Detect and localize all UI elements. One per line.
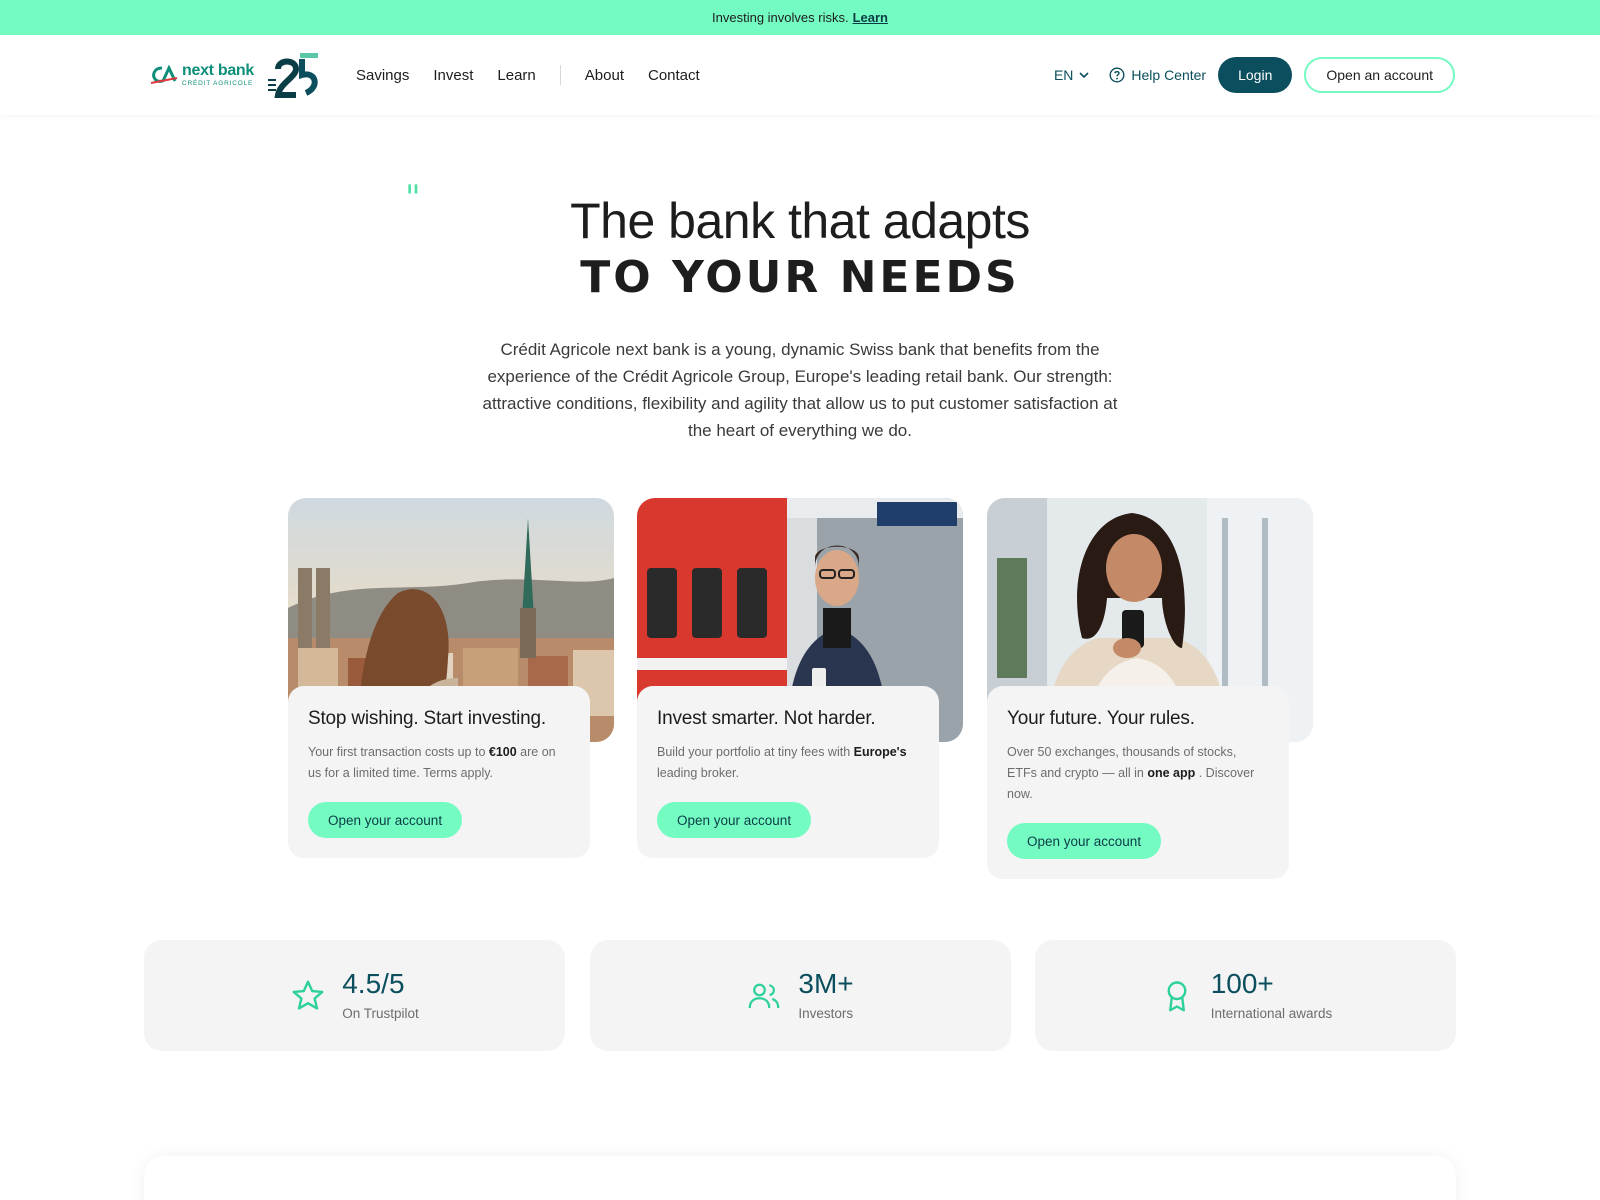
logo-text: next bank CRÉDIT AGRICOLE	[182, 61, 254, 88]
stat-value: 100+	[1210, 968, 1274, 999]
card-title: Invest smarter. Not harder.	[657, 708, 876, 729]
stat-label: On Trustpilot	[342, 1006, 419, 1021]
stat-trustpilot: 4.5/5 On Trustpilot	[144, 940, 565, 1051]
nav-divider	[559, 65, 561, 85]
stat-investors: 3M+ Investors	[589, 940, 1011, 1051]
next-section-card	[144, 1156, 1456, 1200]
users-icon	[749, 983, 780, 1008]
main-nav: Savings Invest Learn About Contact	[356, 65, 724, 85]
risk-banner-text: Investing involves risks.	[712, 10, 849, 25]
award-icon	[1167, 980, 1187, 1011]
logo-subtitle: CRÉDIT AGRICOLE	[182, 79, 254, 87]
stats-section: 4.5/5 On Trustpilot 3M+ Investors 100+ I…	[144, 940, 1456, 1051]
card-text-bold: Europe's	[853, 745, 907, 759]
risk-banner: Investing involves risks. Learn	[0, 0, 1600, 35]
chevron-down-icon	[1079, 72, 1089, 79]
star-icon	[292, 980, 324, 1010]
hero-subtitle: TO YOUR NEEDS	[580, 251, 1020, 303]
language-label: EN	[1053, 67, 1074, 83]
hero-intro: Crédit Agricole next bank is a young, dy…	[482, 340, 1118, 441]
anniversary-badge-icon	[268, 53, 318, 98]
site-header: next bank CRÉDIT AGRICOLE Savings Invest…	[0, 35, 1600, 115]
open-your-account-button[interactable]: Open your account	[1007, 823, 1162, 859]
promo-card-investing: Stop wishing. Start investing. Your firs…	[288, 498, 614, 858]
help-center-label: Help Center	[1131, 67, 1207, 83]
stat-value: 4.5/5	[342, 968, 405, 999]
stat-value: 3M+	[798, 968, 854, 999]
promo-card-future: Your future. Your rules. Over 50 exchang…	[987, 498, 1313, 879]
promo-card-smarter: Invest smarter. Not harder. Build your p…	[637, 498, 963, 858]
nav-contact[interactable]: Contact	[648, 67, 700, 84]
stat-awards: 100+ International awards	[1035, 940, 1456, 1051]
open-your-account-button[interactable]: Open your account	[308, 802, 463, 838]
open-account-button[interactable]: Open an account	[1304, 57, 1455, 93]
header-actions: EN Help Center Login Open an account	[1054, 57, 1455, 93]
help-center-link[interactable]: Help Center	[1109, 67, 1206, 83]
nav-learn[interactable]: Learn	[497, 67, 535, 84]
nav-savings[interactable]: Savings	[356, 67, 409, 84]
promo-cards: Stop wishing. Start investing. Your firs…	[0, 498, 1600, 879]
card-text: Over 50 exchanges, thousands of stocks, …	[1007, 745, 1255, 801]
language-selector[interactable]: EN	[1054, 67, 1089, 83]
risk-banner-learn-link[interactable]: Learn	[853, 10, 888, 25]
card-text: Build your portfolio at tiny fees with E…	[657, 745, 907, 780]
stat-label: International awards	[1210, 1006, 1333, 1021]
help-circle-icon	[1109, 67, 1125, 83]
nav-invest[interactable]: Invest	[433, 67, 473, 84]
card-title: Your future. Your rules.	[1007, 708, 1195, 729]
login-button[interactable]: Login	[1218, 57, 1293, 93]
hero-title: The bank that adapts	[570, 193, 1030, 249]
credit-agricole-logo-icon	[150, 65, 178, 84]
logo-name: next bank	[182, 61, 254, 79]
card-body: Your future. Your rules. Over 50 exchang…	[987, 686, 1289, 879]
card-title: Stop wishing. Start investing.	[308, 708, 546, 729]
card-text: Your first transaction costs up to €100 …	[308, 745, 556, 780]
card-text-bold: €100	[488, 745, 517, 759]
stat-label: Investors	[798, 1006, 854, 1021]
hero-section: " The bank that adapts TO YOUR NEEDS Cré…	[0, 178, 1600, 444]
card-body: Invest smarter. Not harder. Build your p…	[637, 686, 939, 858]
nav-about[interactable]: About	[585, 67, 624, 84]
open-your-account-button[interactable]: Open your account	[657, 802, 812, 838]
card-body: Stop wishing. Start investing. Your firs…	[288, 686, 590, 858]
quote-mark-icon: "	[405, 178, 421, 218]
logo[interactable]: next bank CRÉDIT AGRICOLE	[150, 51, 322, 99]
card-text-bold: one app	[1147, 766, 1196, 780]
